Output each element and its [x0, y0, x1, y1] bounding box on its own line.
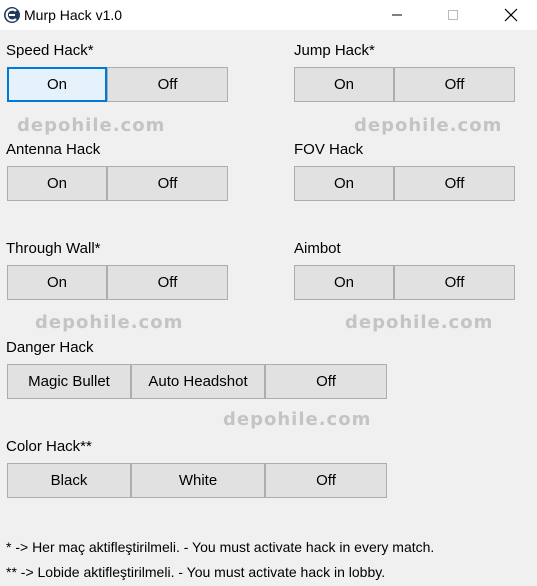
title-bar: Murp Hack v1.0 [0, 0, 537, 30]
aimbot-on-button[interactable]: On [294, 265, 394, 300]
jump-hack-on-button[interactable]: On [294, 67, 394, 102]
antenna-hack-label: Antenna Hack [6, 141, 101, 158]
maximize-button[interactable] [430, 0, 476, 30]
close-button[interactable] [488, 0, 534, 30]
through-wall-off-button[interactable]: Off [107, 265, 228, 300]
jump-hack-label: Jump Hack* [294, 42, 375, 59]
fov-hack-on-button[interactable]: On [294, 166, 394, 201]
black-button[interactable]: Black [7, 463, 131, 498]
fov-hack-label: FOV Hack [294, 141, 364, 158]
magic-bullet-button[interactable]: Magic Bullet [7, 364, 131, 399]
note-single-asterisk: * -> Her maç aktifleştirilmeli. - You mu… [6, 539, 435, 555]
antenna-hack-off-button[interactable]: Off [107, 166, 228, 201]
watermark: depohile.com [17, 115, 166, 136]
aimbot-off-button[interactable]: Off [394, 265, 515, 300]
fov-hack-off-button[interactable]: Off [394, 166, 515, 201]
minimize-button[interactable] [374, 0, 420, 30]
watermark: depohile.com [223, 409, 372, 430]
white-button[interactable]: White [131, 463, 265, 498]
through-wall-label: Through Wall* [6, 240, 101, 257]
watermark: depohile.com [35, 312, 184, 333]
watermark: depohile.com [345, 312, 494, 333]
jump-hack-off-button[interactable]: Off [394, 67, 515, 102]
speed-hack-label: Speed Hack* [6, 42, 94, 59]
danger-hack-label: Danger Hack [6, 339, 94, 356]
speed-hack-on-button[interactable]: On [7, 67, 107, 102]
danger-hack-off-button[interactable]: Off [265, 364, 387, 399]
note-double-asterisk: ** -> Lobide aktifleştirilmeli. - You mu… [6, 564, 386, 580]
speed-hack-off-button[interactable]: Off [107, 67, 228, 102]
maximize-icon [448, 10, 458, 20]
through-wall-on-button[interactable]: On [7, 265, 107, 300]
minimize-icon [392, 14, 402, 16]
cheat-engine-icon [4, 7, 20, 23]
color-hack-off-button[interactable]: Off [265, 463, 387, 498]
antenna-hack-on-button[interactable]: On [7, 166, 107, 201]
color-hack-label: Color Hack** [6, 438, 92, 455]
aimbot-label: Aimbot [294, 240, 341, 257]
window-title: Murp Hack v1.0 [24, 7, 123, 23]
watermark: depohile.com [354, 115, 503, 136]
auto-headshot-button[interactable]: Auto Headshot [131, 364, 265, 399]
close-icon [504, 8, 518, 22]
